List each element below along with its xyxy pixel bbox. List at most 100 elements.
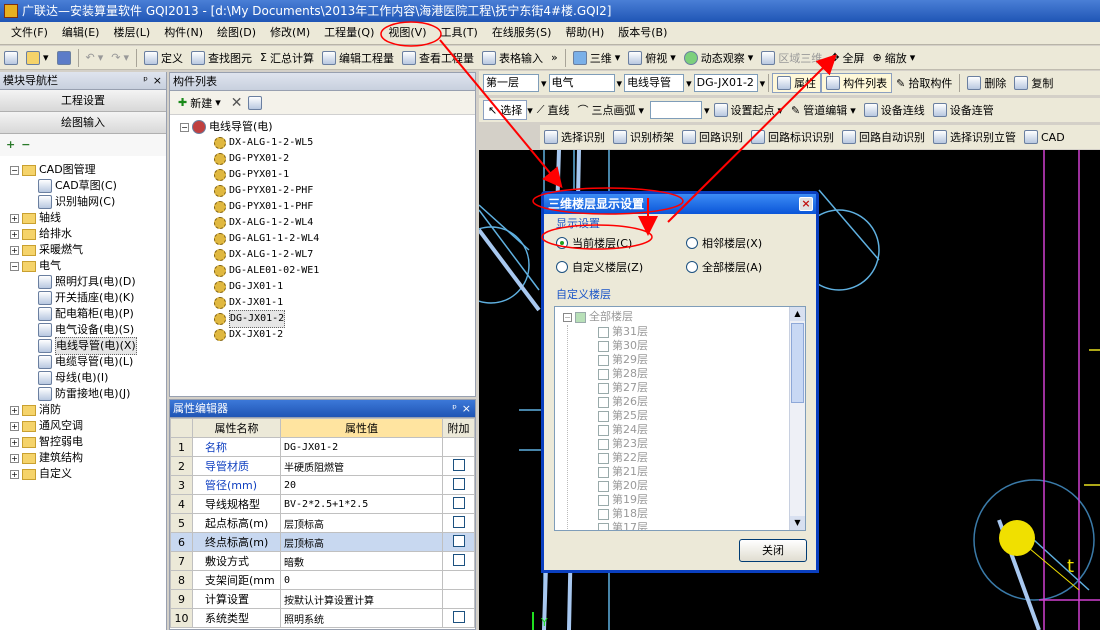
property-value[interactable]: DG-JX01-2 xyxy=(280,437,443,457)
category-select[interactable]: 电线导管 xyxy=(624,74,685,92)
scroll-down-icon[interactable]: ▼ xyxy=(790,516,805,530)
expand-icon[interactable]: + xyxy=(10,437,19,447)
nav-tree-item[interactable]: + 自定义 xyxy=(10,466,166,482)
define-button[interactable]: 定义 xyxy=(140,48,187,68)
save-button[interactable] xyxy=(53,48,75,68)
view-quantity-button[interactable]: 查看工程量 xyxy=(398,48,478,68)
fullscreen-button[interactable]: ✥ 全屏 xyxy=(826,48,868,68)
property-row[interactable]: 9 计算设置 按默认计算设置计算 xyxy=(170,589,475,609)
checkbox-icon[interactable] xyxy=(598,508,609,520)
loop-mark-identify-button[interactable]: 回路标识识别 xyxy=(747,127,838,147)
menu-quantity[interactable]: 工程量(Q) xyxy=(317,23,381,43)
pin-icon[interactable]: ᵖ xyxy=(452,400,457,417)
component-item[interactable]: DG-PYX01-2-PHF xyxy=(214,183,475,199)
undo-button[interactable]: ↶ ▾ xyxy=(82,48,108,68)
property-value[interactable]: 照明系统 xyxy=(280,608,443,628)
collapse-all-icon[interactable]: − xyxy=(21,138,30,152)
menu-tools[interactable]: 工具(T) xyxy=(434,23,485,43)
menu-component[interactable]: 构件(N) xyxy=(157,23,210,43)
property-row[interactable]: 7 敷设方式 暗敷 xyxy=(170,551,475,571)
nav-tree-item[interactable]: 电气设备(电)(S) xyxy=(10,322,166,338)
component-item[interactable]: DG-ALE01-02-WE1 xyxy=(214,263,475,279)
toolbar-overflow[interactable]: » xyxy=(547,48,562,68)
menu-file[interactable]: 文件(F) xyxy=(4,23,55,43)
collapse-icon[interactable]: − xyxy=(10,165,19,175)
floor-item[interactable]: 第31层 xyxy=(598,325,805,339)
delete-component-icon[interactable]: ✕ xyxy=(231,95,243,111)
set-start-button[interactable]: 设置起点 ▾ xyxy=(710,100,788,120)
collapse-icon[interactable]: − xyxy=(10,261,19,271)
nav-tree-item[interactable]: + 给排水 xyxy=(10,226,166,242)
scroll-up-icon[interactable]: ▲ xyxy=(790,307,805,321)
floor-item[interactable]: 第28层 xyxy=(598,367,805,381)
arc-button[interactable]: ⌒ 三点画弧 ▾ xyxy=(573,100,648,120)
checkbox-icon[interactable] xyxy=(598,466,609,478)
edit-quantity-button[interactable]: 编辑工程量 xyxy=(318,48,398,68)
orbit-button[interactable]: 动态观察 ▾ xyxy=(680,48,758,68)
select-button[interactable]: ↖ 选择 xyxy=(483,100,528,120)
checkbox-icon[interactable] xyxy=(598,368,609,380)
device-pipe-button[interactable]: 设备连管 xyxy=(929,100,998,120)
pick-button[interactable]: ✎ 拾取构件 xyxy=(892,73,956,93)
floor-item[interactable]: 第30层 xyxy=(598,339,805,353)
nav-tree-item[interactable]: + 通风空调 xyxy=(10,418,166,434)
component-item[interactable]: DX-JX01-1 xyxy=(214,295,475,311)
zoom-button[interactable]: ⊕ 缩放 ▾ xyxy=(869,48,920,68)
expand-icon[interactable]: + xyxy=(10,453,19,463)
menu-modify[interactable]: 修改(M) xyxy=(263,23,317,43)
close-icon[interactable]: × xyxy=(153,72,162,89)
extra-checkbox[interactable] xyxy=(452,553,465,566)
floor-list-scrollbar[interactable]: ▲ ▼ xyxy=(789,307,805,530)
nav-tree-item[interactable]: + 轴线 xyxy=(10,210,166,226)
checkbox-icon[interactable] xyxy=(598,480,609,492)
loop-auto-identify-button[interactable]: 回路自动识别 xyxy=(838,127,929,147)
extra-checkbox[interactable] xyxy=(452,534,465,547)
property-row[interactable]: 10 系统类型 照明系统 xyxy=(170,608,475,628)
component-item[interactable]: DG-PYX01-2 xyxy=(214,151,475,167)
property-row[interactable]: 4 导线规格型 BV-2*2.5+1*2.5 xyxy=(170,494,475,514)
extra-checkbox[interactable] xyxy=(452,458,465,471)
expand-icon[interactable]: + xyxy=(10,245,19,255)
floor-item[interactable]: 第26层 xyxy=(598,395,805,409)
floor-item[interactable]: 第19层 xyxy=(598,493,805,507)
new-file-button[interactable] xyxy=(0,48,22,68)
property-value[interactable]: 按默认计算设置计算 xyxy=(280,589,443,609)
property-value[interactable]: 层顶标高 xyxy=(280,532,443,552)
drawing-input-button[interactable]: 绘图输入 xyxy=(0,112,166,134)
component-item[interactable]: DG-PYX01-1-PHF xyxy=(214,199,475,215)
radio-custom-floor[interactable]: 自定义楼层(Z) xyxy=(556,259,643,275)
property-row[interactable]: 8 支架间距(mm 0 xyxy=(170,570,475,590)
component-item[interactable]: DG-JX01-2 xyxy=(214,310,475,328)
close-icon[interactable]: × xyxy=(462,400,471,417)
nav-tree-item[interactable]: 防雷接地(电)(J) xyxy=(10,386,166,402)
scroll-thumb[interactable] xyxy=(791,323,804,403)
arc-mode-select[interactable] xyxy=(649,101,702,119)
menu-online[interactable]: 在线服务(S) xyxy=(485,23,559,43)
nav-tree-item[interactable]: − 电气 xyxy=(10,258,166,274)
checkbox-icon[interactable] xyxy=(598,382,609,394)
table-input-button[interactable]: 表格输入 xyxy=(478,48,547,68)
property-value[interactable]: 0 xyxy=(280,570,443,590)
menu-version[interactable]: 版本号(B) xyxy=(611,23,674,43)
project-settings-button[interactable]: 工程设置 xyxy=(0,90,166,112)
component-list-button[interactable]: 构件列表 xyxy=(821,73,893,93)
extra-checkbox[interactable] xyxy=(452,515,465,528)
checkbox-icon[interactable] xyxy=(598,438,609,450)
expand-icon[interactable]: + xyxy=(10,469,19,479)
property-value[interactable]: 暗敷 xyxy=(280,551,443,571)
checkbox-icon[interactable] xyxy=(598,396,609,408)
cad-button[interactable]: CAD xyxy=(1020,127,1069,147)
expand-icon[interactable]: + xyxy=(10,229,19,239)
floor-item[interactable]: 第24层 xyxy=(598,423,805,437)
property-value[interactable]: 层顶标高 xyxy=(280,513,443,533)
checkbox-icon[interactable] xyxy=(598,452,609,464)
nav-tree-item[interactable]: + 建筑结构 xyxy=(10,450,166,466)
floor-item[interactable]: 第29层 xyxy=(598,353,805,367)
floor-item[interactable]: 第17层 xyxy=(598,521,805,530)
checkbox-icon[interactable] xyxy=(598,326,609,338)
nav-tree-item[interactable]: − CAD图管理 xyxy=(10,162,166,178)
menu-view[interactable]: 视图(V) xyxy=(381,23,433,43)
property-row[interactable]: 6 终点标高(m) 层顶标高 xyxy=(170,532,475,552)
property-row[interactable]: 1 名称 DG-JX01-2 xyxy=(170,437,475,457)
nav-tree-item[interactable]: + 智控弱电 xyxy=(10,434,166,450)
